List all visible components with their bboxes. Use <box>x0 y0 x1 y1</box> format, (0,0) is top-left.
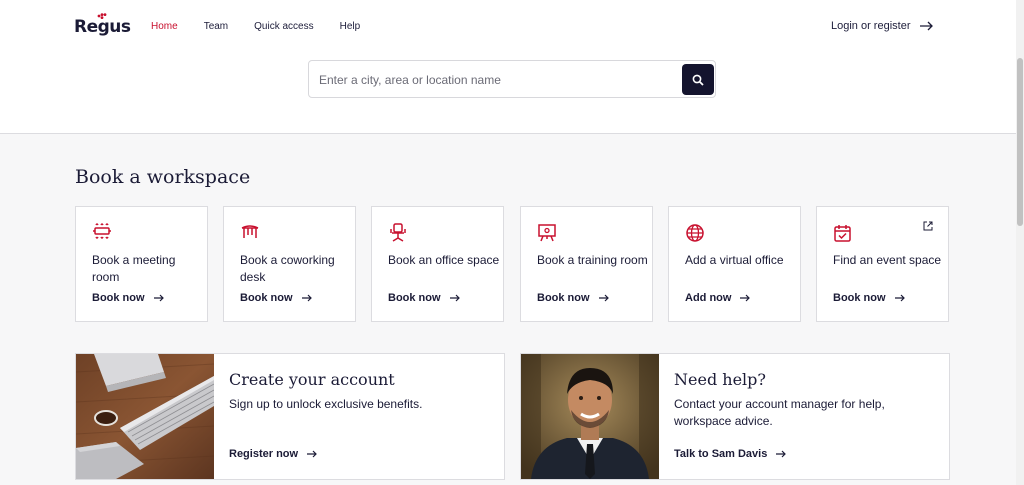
create-account-promo: Create your account Sign up to unlock ex… <box>75 353 505 480</box>
meeting-room-icon <box>93 223 111 239</box>
globe-icon <box>686 224 704 242</box>
promo-title: Create your account <box>229 370 395 389</box>
register-now-link[interactable]: Register now <box>229 448 317 460</box>
section-title: Book a workspace <box>75 166 251 188</box>
nav-home[interactable]: Home <box>151 21 178 32</box>
login-label: Login or register <box>831 20 911 32</box>
card-link-label: Book now <box>240 292 293 304</box>
card-title: Book an office space <box>388 253 500 267</box>
book-now-link[interactable]: Book now <box>388 292 460 304</box>
location-search <box>308 60 716 98</box>
book-now-link[interactable]: Book now <box>240 292 312 304</box>
promo-text: Sign up to unlock exclusive benefits. <box>229 397 423 411</box>
card-title: Add a virtual office <box>685 253 784 267</box>
search-icon <box>692 74 704 86</box>
card-virtual-office[interactable]: Add a virtual office Add now <box>668 206 801 322</box>
promo-link-label: Talk to Sam Davis <box>674 448 768 460</box>
keyboard-desk-photo <box>76 354 214 479</box>
card-training-room[interactable]: Book a training room Book now <box>520 206 653 322</box>
arrow-right-icon <box>449 294 460 302</box>
search-input[interactable] <box>319 70 674 90</box>
scrollbar-thumb[interactable] <box>1017 58 1023 226</box>
nav-team[interactable]: Team <box>204 21 228 32</box>
coworking-desk-icon <box>241 225 259 238</box>
card-link-label: Book now <box>833 292 886 304</box>
site-header: Regus Home Team Quick access Help Login … <box>0 0 1016 134</box>
card-link-label: Book now <box>92 292 145 304</box>
card-title: Book a training room <box>537 253 648 267</box>
talk-to-manager-link[interactable]: Talk to Sam Davis <box>674 448 787 460</box>
card-title: Book a coworking desk <box>240 253 335 284</box>
login-register-link[interactable]: Login or register <box>831 20 933 32</box>
arrow-right-icon <box>740 294 751 302</box>
card-link-label: Add now <box>685 292 732 304</box>
external-link-icon[interactable] <box>923 221 933 231</box>
card-link-label: Book now <box>388 292 441 304</box>
arrow-right-icon <box>301 294 312 302</box>
card-event-space[interactable]: Find an event space Book now <box>816 206 949 322</box>
main-nav: Home Team Quick access Help <box>151 21 386 32</box>
training-room-icon <box>538 224 556 242</box>
logo-dots-icon <box>97 13 107 19</box>
arrow-right-icon <box>153 294 164 302</box>
arrow-right-icon <box>307 450 317 458</box>
card-meeting-room[interactable]: Book a meeting room Book now <box>75 206 208 322</box>
book-now-link[interactable]: Book now <box>92 292 164 304</box>
office-chair-icon <box>390 223 406 242</box>
search-button[interactable] <box>682 64 714 95</box>
promo-link-label: Register now <box>229 448 299 460</box>
nav-help[interactable]: Help <box>340 21 361 32</box>
card-coworking-desk[interactable]: Book a coworking desk Book now <box>223 206 356 322</box>
arrow-right-icon <box>894 294 905 302</box>
card-title: Find an event space <box>833 253 942 267</box>
card-link-label: Book now <box>537 292 590 304</box>
account-manager-photo <box>521 354 659 479</box>
arrow-right-icon <box>919 21 933 31</box>
promo-text: Contact your account manager for help, w… <box>674 397 885 428</box>
nav-quick-access[interactable]: Quick access <box>254 21 313 32</box>
need-help-promo: Need help? Contact your account manager … <box>520 353 950 480</box>
card-title: Book a meeting room <box>92 253 176 284</box>
regus-logo[interactable]: Regus <box>74 13 131 41</box>
card-office-space[interactable]: Book an office space Book now <box>371 206 504 322</box>
book-now-link[interactable]: Book now <box>833 292 905 304</box>
add-now-link[interactable]: Add now <box>685 292 751 304</box>
arrow-right-icon <box>776 450 787 458</box>
promo-title: Need help? <box>674 370 766 389</box>
calendar-check-icon <box>834 225 851 242</box>
arrow-right-icon <box>598 294 609 302</box>
book-now-link[interactable]: Book now <box>537 292 609 304</box>
